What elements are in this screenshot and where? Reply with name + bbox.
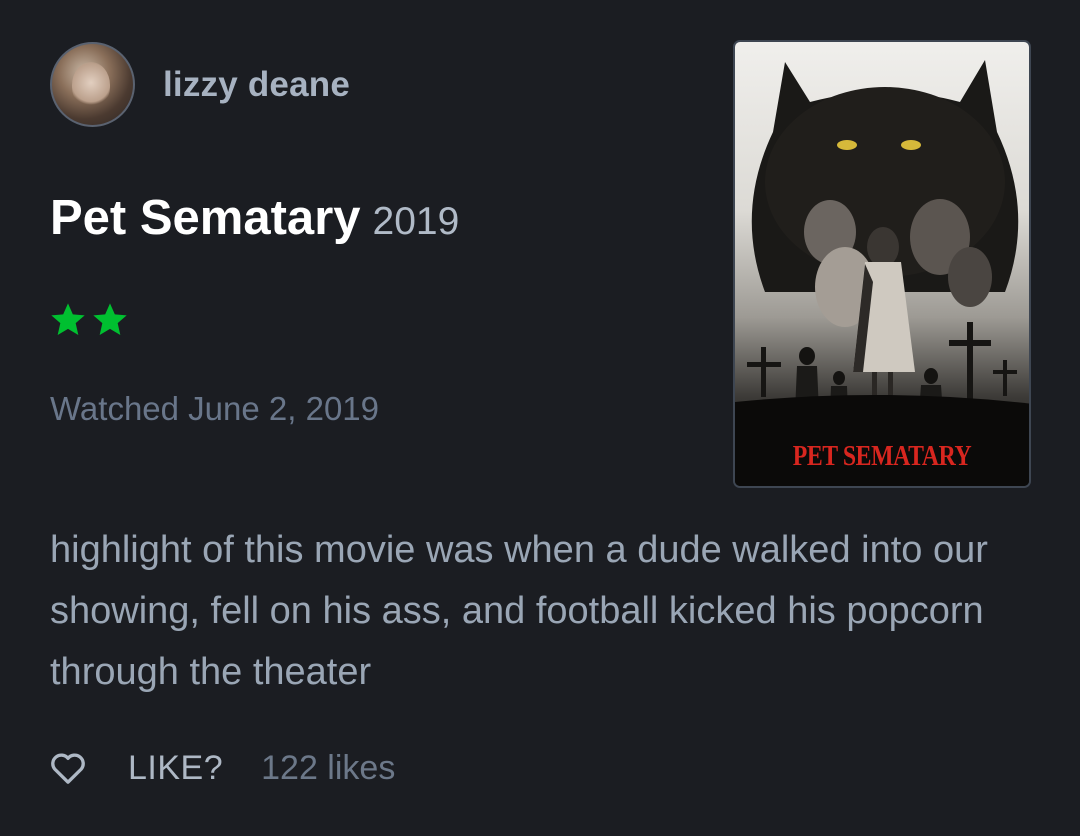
- star-icon: [93, 303, 127, 335]
- film-year[interactable]: 2019: [373, 200, 460, 244]
- review-author[interactable]: lizzy deane: [50, 42, 350, 127]
- film-title[interactable]: Pet Sematary: [50, 190, 361, 246]
- heart-outline-icon[interactable]: [48, 748, 88, 788]
- star-rating: [48, 300, 130, 340]
- review-card: lizzy deane Pet Sematary 2019 Watched Ju…: [0, 0, 1080, 836]
- film-heading: Pet Sematary 2019: [50, 190, 459, 246]
- avatar[interactable]: [50, 42, 135, 127]
- poster-title: PET SEMATARY: [792, 440, 972, 472]
- film-poster[interactable]: PET SEMATARY: [733, 40, 1031, 488]
- star-icon: [51, 303, 85, 335]
- like-bar: LIKE? 122 likes: [48, 748, 395, 788]
- likes-count[interactable]: 122 likes: [261, 749, 395, 788]
- review-text: highlight of this movie was when a dude …: [50, 529, 988, 693]
- watched-date: Watched June 2, 2019: [50, 390, 380, 427]
- username[interactable]: lizzy deane: [163, 65, 350, 105]
- like-button[interactable]: LIKE?: [128, 749, 223, 788]
- poster-artwork: [735, 60, 1029, 486]
